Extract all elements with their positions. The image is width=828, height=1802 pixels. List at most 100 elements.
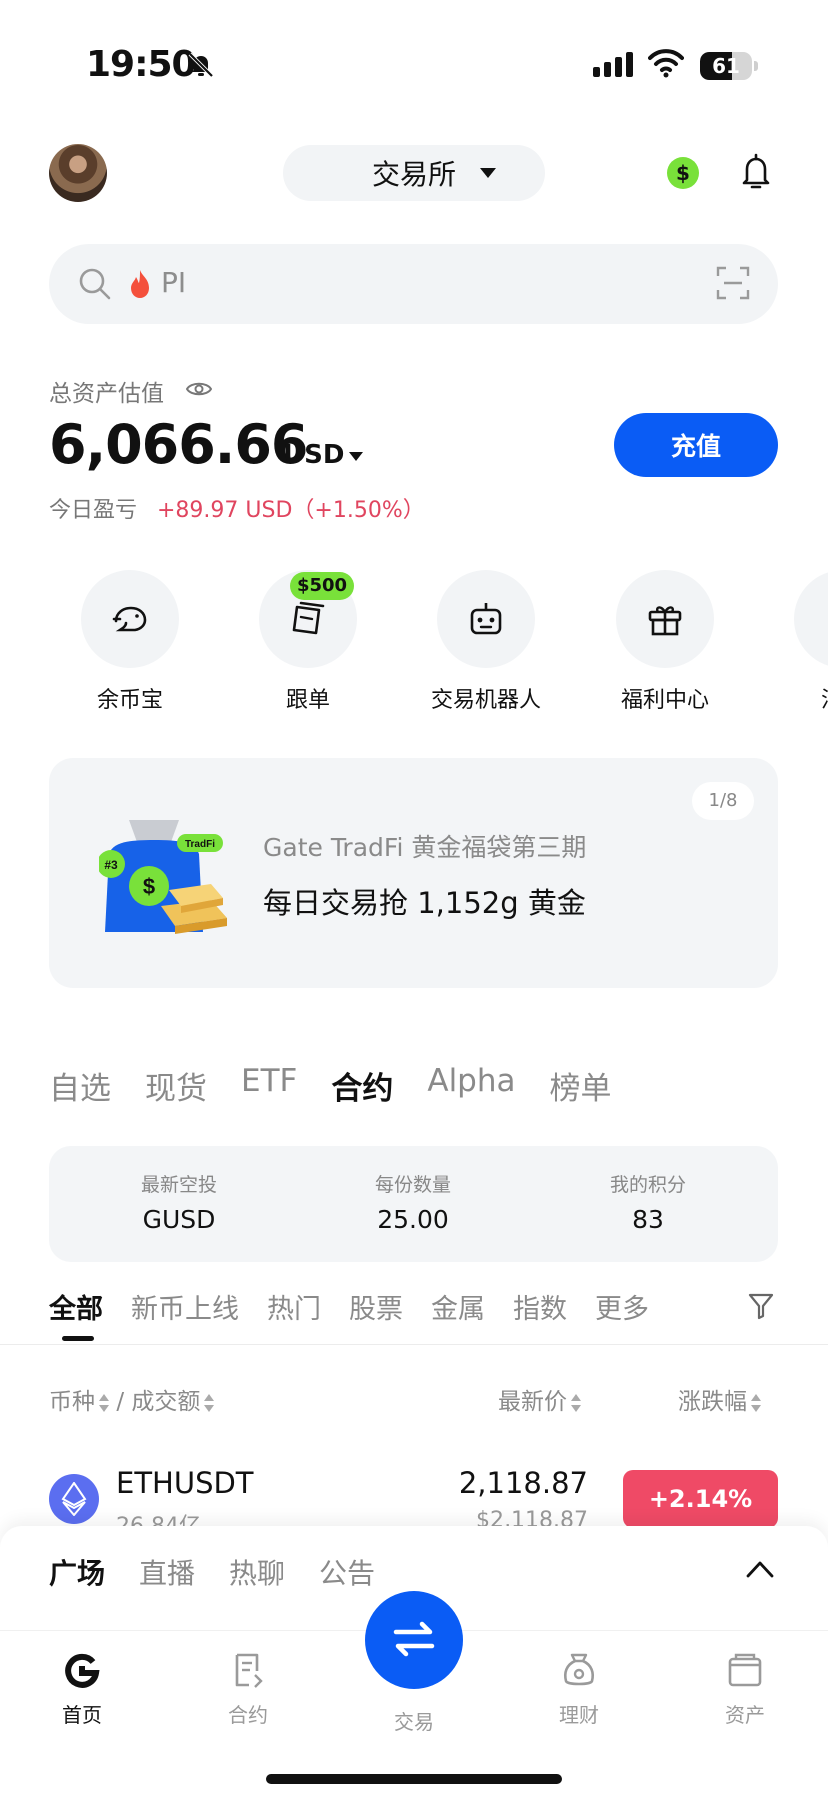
tab-rankings[interactable]: 榜单 bbox=[550, 1063, 612, 1108]
tab-futures[interactable]: 合约 bbox=[331, 1063, 393, 1108]
header-change-label: 涨跌幅 bbox=[678, 1389, 747, 1415]
banner-page-indicator: 1/8 bbox=[692, 782, 754, 820]
sheet-tab-chat[interactable]: 热聊 bbox=[229, 1552, 285, 1592]
sort-icon bbox=[751, 1393, 761, 1412]
pnl-label: 今日盈亏 bbox=[49, 498, 138, 523]
total-assets-amount: 6,066.66 bbox=[49, 413, 308, 476]
scan-icon[interactable] bbox=[716, 266, 750, 300]
nav-assets[interactable]: 资产 bbox=[690, 1651, 800, 1728]
home-icon bbox=[65, 1653, 100, 1688]
tab-watchlist[interactable]: 自选 bbox=[49, 1063, 111, 1108]
category-tabs: 全部 新币上线 热门 股票 金属 指数 更多 bbox=[49, 1287, 649, 1326]
flame-icon bbox=[131, 270, 149, 298]
exchange-label: 交易所 bbox=[371, 158, 456, 191]
caret-down-icon bbox=[480, 168, 496, 178]
nav-futures[interactable]: 合约 bbox=[193, 1651, 303, 1728]
chevron-up-icon[interactable] bbox=[746, 1560, 774, 1578]
nav-home[interactable]: 首页 bbox=[27, 1651, 137, 1728]
sort-icon bbox=[571, 1393, 581, 1412]
quick-action-label: 交易机器人 bbox=[430, 688, 541, 713]
dollar-badge-icon[interactable]: $ bbox=[667, 157, 699, 189]
tab-etf[interactable]: ETF bbox=[241, 1063, 297, 1108]
subtab-stocks[interactable]: 股票 bbox=[349, 1287, 403, 1326]
sheet-tab-live[interactable]: 直播 bbox=[139, 1552, 195, 1592]
finance-icon bbox=[563, 1653, 595, 1686]
sheet-tab-announcements[interactable]: 公告 bbox=[319, 1552, 375, 1592]
quick-action-earn[interactable]: 余币宝 bbox=[50, 570, 210, 714]
svg-text:$: $ bbox=[143, 874, 155, 899]
eth-coin-icon bbox=[49, 1474, 99, 1524]
banner-subtitle: Gate TradFi 黄金福袋第三期 bbox=[263, 833, 587, 862]
airdrop-latest: 最新空投 GUSD bbox=[79, 1170, 279, 1234]
airdrop-value: GUSD bbox=[142, 1205, 216, 1234]
airdrop-value: 83 bbox=[632, 1205, 664, 1234]
bell-off-icon bbox=[188, 52, 214, 78]
gold-bag-illustration: TradFi #3 $ bbox=[99, 820, 227, 934]
subtab-all[interactable]: 全部 bbox=[49, 1287, 103, 1326]
airdrop-key: 最新空投 bbox=[140, 1174, 217, 1196]
signal-icon bbox=[593, 52, 633, 77]
banner-title: 每日交易抢 1,152g 黄金 bbox=[263, 886, 586, 920]
robot-icon bbox=[470, 603, 502, 635]
subtab-metals[interactable]: 金属 bbox=[431, 1287, 485, 1326]
total-assets-label: 总资产估值 bbox=[49, 381, 164, 407]
subtab-index[interactable]: 指数 bbox=[513, 1287, 567, 1326]
market-tabs: 自选 现货 ETF 合约 Alpha 榜单 bbox=[49, 1063, 612, 1108]
promo-banner[interactable]: 1/8 TradFi #3 $ Gate TradFi 黄金福袋第三期 每日交易… bbox=[49, 758, 778, 988]
filter-icon[interactable] bbox=[748, 1292, 774, 1320]
status-time: 19:50 bbox=[86, 44, 197, 85]
nav-label: 首页 bbox=[62, 1703, 102, 1727]
quick-action-rewards[interactable]: 福利中心 bbox=[585, 570, 745, 714]
header-price-label: 最新价 bbox=[498, 1389, 567, 1415]
home-indicator bbox=[266, 1774, 562, 1784]
eye-icon[interactable] bbox=[186, 380, 212, 398]
airdrop-points: 我的积分 83 bbox=[548, 1170, 748, 1234]
art-rank-text: #3 bbox=[104, 858, 118, 872]
piggy-icon bbox=[112, 606, 147, 632]
currency-selector[interactable]: USD bbox=[283, 440, 344, 470]
tab-spot[interactable]: 现货 bbox=[145, 1063, 207, 1108]
quick-action-bot[interactable]: 交易机器人 bbox=[406, 570, 566, 714]
tab-alpha[interactable]: Alpha bbox=[427, 1063, 515, 1108]
sort-icon bbox=[99, 1393, 109, 1412]
nav-label-trade: 交易 bbox=[394, 1710, 434, 1734]
row-change-badge[interactable]: +2.14% bbox=[623, 1470, 778, 1528]
search-placeholder: PI bbox=[161, 266, 187, 299]
bell-icon[interactable] bbox=[738, 152, 774, 192]
column-header-change[interactable]: 涨跌幅 bbox=[678, 1382, 761, 1416]
wallet-icon bbox=[728, 1653, 762, 1687]
activity-icon bbox=[823, 599, 828, 639]
nav-finance[interactable]: 理财 bbox=[524, 1651, 634, 1728]
exchange-switcher[interactable]: 交易所 bbox=[283, 145, 545, 201]
divider bbox=[0, 1344, 828, 1345]
subtab-more[interactable]: 更多 bbox=[595, 1287, 649, 1326]
currency-caret-icon[interactable] bbox=[349, 452, 363, 461]
avatar[interactable] bbox=[49, 144, 107, 202]
row-symbol[interactable]: ETHUSDT bbox=[116, 1466, 254, 1500]
reward-badge: $500 bbox=[290, 572, 354, 600]
battery-tip bbox=[754, 61, 758, 71]
search-bar[interactable]: PI bbox=[49, 244, 778, 324]
airdrop-key: 每份数量 bbox=[374, 1174, 451, 1196]
subtab-hot[interactable]: 热门 bbox=[267, 1287, 321, 1326]
column-header-coin[interactable]: 币种 / 成交额 bbox=[49, 1382, 215, 1416]
trade-button[interactable] bbox=[365, 1591, 463, 1689]
airdrop-card[interactable]: 最新空投 GUSD 每份数量 25.00 我的积分 83 bbox=[49, 1146, 778, 1262]
column-header-price[interactable]: 最新价 bbox=[498, 1382, 581, 1416]
quick-action-label: 福利中心 bbox=[620, 688, 709, 713]
airdrop-key: 我的积分 bbox=[609, 1174, 686, 1196]
airdrop-value: 25.00 bbox=[377, 1205, 449, 1234]
pnl-value: +89.97 USD（+1.50%） bbox=[157, 498, 425, 523]
deposit-button[interactable]: 充值 bbox=[614, 413, 778, 477]
battery-percent: 61 bbox=[712, 54, 740, 78]
search-icon bbox=[79, 268, 111, 300]
quick-action-label: 余币宝 bbox=[96, 688, 163, 713]
nav-label: 资产 bbox=[725, 1703, 765, 1727]
quick-action-activity[interactable]: 活动 bbox=[763, 570, 828, 714]
airdrop-amount: 每份数量 25.00 bbox=[313, 1170, 513, 1234]
sheet-tab-square[interactable]: 广场 bbox=[49, 1552, 105, 1592]
battery-icon: 61 bbox=[700, 52, 752, 80]
active-tab-indicator bbox=[62, 1336, 94, 1341]
subtab-new-listings[interactable]: 新币上线 bbox=[131, 1287, 239, 1326]
quick-action-label: 活动 bbox=[763, 682, 828, 714]
